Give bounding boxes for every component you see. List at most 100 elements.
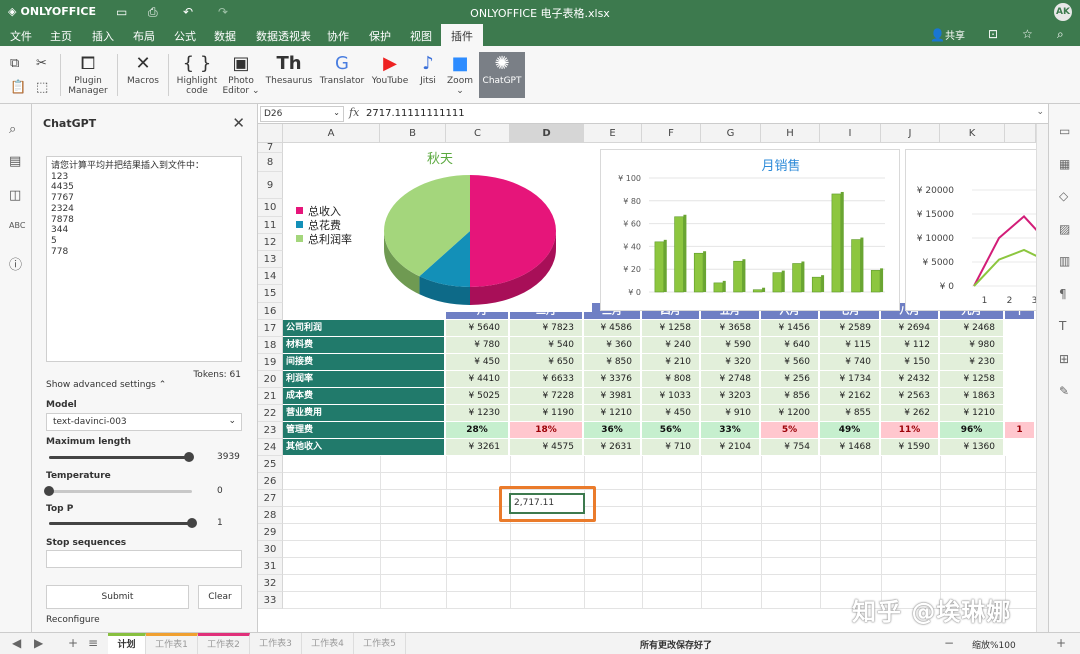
chart-settings-icon[interactable]: ▥ [1059,254,1070,268]
table-cell[interactable]: ¥ 2432 [881,371,939,388]
zoom-out-icon[interactable]: − [944,636,954,650]
table-cell[interactable]: ¥ 1258 [940,371,1004,388]
row-header[interactable]: 25 [258,456,283,473]
open-location-icon[interactable]: ⊡ [988,27,998,41]
menu-view[interactable]: 视图 [410,28,432,44]
column-header[interactable]: A [283,124,380,143]
table-cell[interactable]: 5% [761,422,819,439]
row-header[interactable]: 29 [258,524,283,541]
copy-icon[interactable]: ⧉ [10,56,19,71]
spreadsheet-grid[interactable]: A B C D E F G H I J K 78910111213141516一… [258,124,1036,632]
comments-icon[interactable]: ▤ [9,154,21,169]
table-cell[interactable]: 56% [642,422,700,439]
plugin-manager-button[interactable]: ⧠ Plugin Manager [66,52,110,96]
row-header[interactable]: 32 [258,575,283,592]
slider-handle[interactable] [184,452,195,462]
row-header[interactable]: 18 [258,337,283,354]
table-cell[interactable]: ¥ 850 [584,354,641,371]
pivot-settings-icon[interactable]: ⊞ [1059,352,1069,366]
text-art-icon[interactable]: T [1059,319,1066,333]
column-header[interactable]: E [584,124,642,143]
row-header[interactable]: 8 [258,153,283,172]
table-cell[interactable]: 96% [940,422,1004,439]
row-label[interactable]: 管理费 [283,422,445,439]
function-icon[interactable]: fx [349,106,359,119]
row-header[interactable]: 24 [258,439,283,456]
menu-protect[interactable]: 保护 [369,28,391,44]
table-cell[interactable]: ¥ 230 [940,354,1004,371]
bar-chart[interactable]: 月销售 ¥ 100 ¥ 80 ¥ 60 ¥ 40 ¥ 20 ¥ 0 [600,149,900,311]
table-cell[interactable]: ¥ 560 [761,354,819,371]
row-header[interactable]: 20 [258,371,283,388]
table-cell[interactable]: ¥ 7228 [510,388,583,405]
row-header[interactable]: 10 [258,199,283,217]
table-cell[interactable]: ¥ 320 [701,354,760,371]
table-cell[interactable]: ¥ 855 [820,405,880,422]
table-cell[interactable]: ¥ 1734 [820,371,880,388]
table-cell[interactable]: ¥ 450 [446,354,509,371]
name-box[interactable]: D26 ⌄ [260,106,344,122]
table-cell[interactable]: 18% [510,422,583,439]
column-header[interactable]: I [820,124,881,143]
select-all-corner[interactable] [258,124,283,143]
row-header[interactable]: 9 [258,172,283,199]
table-cell[interactable]: ¥ 754 [761,439,819,456]
table-cell[interactable]: ¥ 1210 [584,405,641,422]
column-header[interactable]: K [940,124,1005,143]
menu-plugins[interactable]: 插件 [441,24,483,46]
menu-data[interactable]: 数据 [214,28,236,44]
column-header[interactable]: G [701,124,761,143]
paragraph-settings-icon[interactable]: ¶ [1059,287,1067,301]
jitsi-button[interactable]: ♪ Jitsi [414,52,442,86]
table-cell[interactable]: ¥ 1590 [881,439,939,456]
table-cell[interactable]: ¥ 3261 [446,439,509,456]
sheet-tab-active[interactable]: 计划 [108,633,146,654]
row-header[interactable]: 21 [258,388,283,405]
temperature-slider[interactable] [44,486,192,496]
row-header[interactable]: 27 [258,490,283,507]
search-icon[interactable]: ⌕ [1057,27,1064,42]
row-label[interactable]: 利润率 [283,371,445,388]
sheet-list-icon[interactable]: ≡ [88,636,98,650]
prompt-textarea[interactable]: 请您计算平均并把结果插入到文件中： 123 4435 7767 2324 787… [46,156,242,362]
table-cell[interactable]: ¥ 5025 [446,388,509,405]
zoom-level[interactable]: 缩放%100 [972,638,1016,651]
row-header[interactable]: 12 [258,234,283,251]
column-header[interactable] [1005,124,1036,143]
table-cell[interactable]: ¥ 540 [510,337,583,354]
macros-button[interactable]: ✕ Macros [124,52,162,86]
row-header[interactable]: 11 [258,217,283,234]
stop-sequences-input[interactable] [46,550,242,568]
table-cell[interactable]: ¥ 115 [820,337,880,354]
cut-icon[interactable]: ✂ [36,56,47,71]
table-cell[interactable]: ¥ 5640 [446,320,509,337]
expand-formula-icon[interactable]: ⌄ [1036,107,1044,117]
table-cell[interactable]: ¥ 2162 [820,388,880,405]
row-header[interactable]: 28 [258,507,283,524]
table-cell[interactable]: ¥ 2468 [940,320,1004,337]
row-header[interactable]: 23 [258,422,283,439]
table-cell[interactable]: ¥ 3658 [701,320,760,337]
prev-sheet-icon[interactable]: ◀ [12,636,21,650]
table-cell[interactable]: ¥ 4586 [584,320,641,337]
table-cell[interactable]: ¥ 2631 [584,439,641,456]
table-cell[interactable]: ¥ 3981 [584,388,641,405]
table-cell[interactable]: ¥ 1230 [446,405,509,422]
avatar[interactable]: AK [1054,3,1072,21]
menu-file[interactable]: 文件 [10,28,32,44]
menu-formula[interactable]: 公式 [174,28,196,44]
search-icon[interactable]: ⌕ [9,122,16,137]
table-settings-icon[interactable]: ▦ [1059,157,1070,171]
shape-settings-icon[interactable]: ◇ [1059,189,1068,203]
sheet-tab[interactable]: 工作表5 [354,633,406,654]
table-cell[interactable]: 49% [820,422,880,439]
table-cell[interactable]: 11% [881,422,939,439]
table-cell[interactable]: 33% [701,422,760,439]
table-cell[interactable]: 1 [1005,422,1035,439]
table-cell[interactable]: ¥ 2563 [881,388,939,405]
table-cell[interactable]: ¥ 1190 [510,405,583,422]
table-cell[interactable]: ¥ 150 [881,354,939,371]
column-header[interactable]: B [380,124,446,143]
column-header[interactable]: C [446,124,510,143]
table-cell[interactable]: ¥ 3203 [701,388,760,405]
